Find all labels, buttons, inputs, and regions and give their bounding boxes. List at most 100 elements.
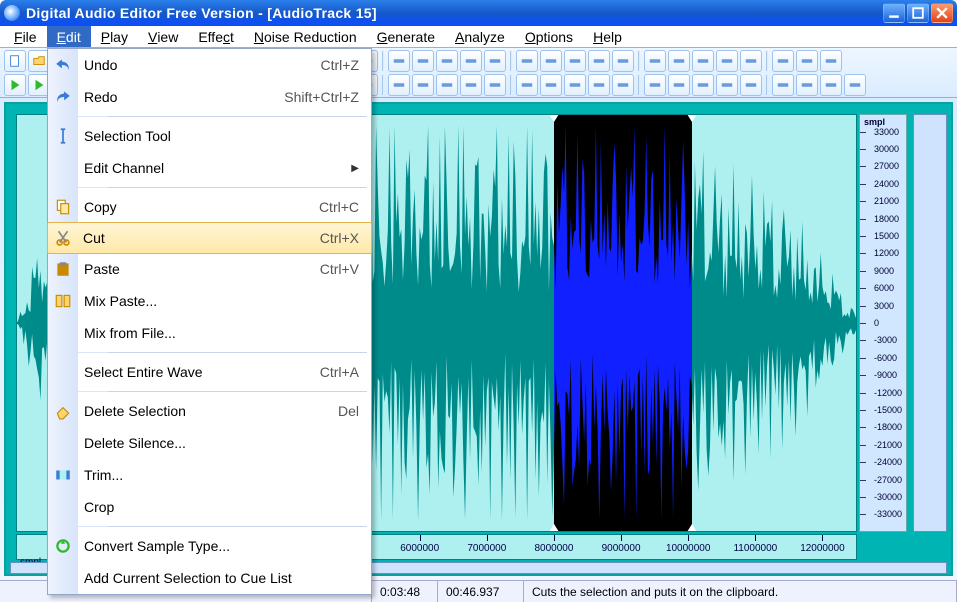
menu-item-cut[interactable]: CutCtrl+X: [47, 222, 372, 254]
menu-item-label: Convert Sample Type...: [84, 538, 359, 554]
status-time-1: 0:03:48: [372, 581, 438, 602]
amplitude-tick-label: -27000: [874, 475, 902, 485]
amplitude-ruler: smpl 33000300002700024000210001800015000…: [859, 114, 907, 532]
menu-item-label: Undo: [84, 57, 321, 73]
tool-r2-28[interactable]: [716, 74, 738, 96]
menu-item-label: Cut: [83, 230, 320, 246]
tool-r1-16[interactable]: [412, 50, 434, 72]
tool-r2-15[interactable]: [388, 74, 410, 96]
tool-r1-22[interactable]: [564, 50, 586, 72]
amplitude-tick-label: 33000: [874, 127, 899, 137]
tool-r2-31[interactable]: [796, 74, 818, 96]
selection-handle-right[interactable]: [687, 524, 697, 532]
tool-r2-21[interactable]: [540, 74, 562, 96]
menu-generate[interactable]: Generate: [367, 26, 445, 47]
tool-r2-17[interactable]: [436, 74, 458, 96]
selection-handle-left[interactable]: [549, 524, 559, 532]
menu-item-label: Mix Paste...: [84, 293, 359, 309]
tool-r1-21[interactable]: [540, 50, 562, 72]
amplitude-tick-label: -15000: [874, 405, 902, 415]
undo-icon: [54, 56, 72, 74]
amplitude-tick-label: 6000: [874, 283, 894, 293]
mix-icon: [54, 292, 72, 310]
tool-r1-23[interactable]: [588, 50, 610, 72]
paste-icon: [54, 260, 72, 278]
amplitude-tick-label: 21000: [874, 196, 899, 206]
tool-r2-27[interactable]: [692, 74, 714, 96]
tool-r1-25[interactable]: [644, 50, 666, 72]
tool-r2-20[interactable]: [516, 74, 538, 96]
maximize-button[interactable]: [907, 3, 929, 23]
tool-r2-32[interactable]: [820, 74, 842, 96]
tool-r1-0[interactable]: [4, 50, 26, 72]
menu-file[interactable]: File: [4, 26, 47, 47]
tool-r1-28[interactable]: [716, 50, 738, 72]
tool-r1-31[interactable]: [796, 50, 818, 72]
tool-r1-26[interactable]: [668, 50, 690, 72]
menu-item-crop[interactable]: Crop: [48, 491, 371, 523]
tool-r2-29[interactable]: [740, 74, 762, 96]
menu-item-mix-from-file[interactable]: Mix from File...: [48, 317, 371, 349]
time-tick-label: 9000000: [602, 543, 641, 554]
amplitude-tick-label: 24000: [874, 179, 899, 189]
menu-item-delete-silence[interactable]: Delete Silence...: [48, 427, 371, 459]
status-hint: Cuts the selection and puts it on the cl…: [524, 581, 957, 602]
menu-item-label: Paste: [84, 261, 320, 277]
tool-r2-26[interactable]: [668, 74, 690, 96]
tool-r1-18[interactable]: [460, 50, 482, 72]
amplitude-tick-label: 15000: [874, 231, 899, 241]
menu-item-label: Mix from File...: [84, 325, 359, 341]
tool-r1-32[interactable]: [820, 50, 842, 72]
menu-options[interactable]: Options: [515, 26, 583, 47]
tool-r1-20[interactable]: [516, 50, 538, 72]
menu-effect[interactable]: Effect: [188, 26, 244, 47]
tool-r2-22[interactable]: [564, 74, 586, 96]
menu-item-trim[interactable]: Trim...: [48, 459, 371, 491]
selection-handle-left-top[interactable]: [549, 114, 559, 122]
menu-help[interactable]: Help: [583, 26, 632, 47]
menu-edit[interactable]: Edit: [47, 26, 91, 47]
tool-r1-19[interactable]: [484, 50, 506, 72]
menu-item-selection-tool[interactable]: Selection Tool: [48, 120, 371, 152]
menu-item-undo[interactable]: UndoCtrl+Z: [48, 49, 371, 81]
vertical-scrollbar[interactable]: [913, 114, 947, 532]
tool-r1-29[interactable]: [740, 50, 762, 72]
amplitude-tick-label: 0: [874, 318, 879, 328]
amplitude-tick-label: -18000: [874, 422, 902, 432]
tool-r2-33[interactable]: [844, 74, 866, 96]
tool-r2-23[interactable]: [588, 74, 610, 96]
convert-icon: [54, 537, 72, 555]
tool-r2-24[interactable]: [612, 74, 634, 96]
menu-item-edit-channel[interactable]: Edit Channel▶: [48, 152, 371, 184]
menu-item-redo[interactable]: RedoShift+Ctrl+Z: [48, 81, 371, 113]
tool-r2-16[interactable]: [412, 74, 434, 96]
minimize-button[interactable]: [883, 3, 905, 23]
menu-item-copy[interactable]: CopyCtrl+C: [48, 191, 371, 223]
menu-noise-reduction[interactable]: Noise Reduction: [244, 26, 367, 47]
tool-r1-17[interactable]: [436, 50, 458, 72]
menu-item-add-current-selection-to-cue-list[interactable]: Add Current Selection to Cue List: [48, 562, 371, 594]
tool-r1-30[interactable]: [772, 50, 794, 72]
close-button[interactable]: [931, 3, 953, 23]
tool-r1-24[interactable]: [612, 50, 634, 72]
menu-item-select-entire-wave[interactable]: Select Entire WaveCtrl+A: [48, 356, 371, 388]
tool-r2-18[interactable]: [460, 74, 482, 96]
menu-play[interactable]: Play: [91, 26, 138, 47]
tool-r2-19[interactable]: [484, 74, 506, 96]
submenu-arrow-icon: ▶: [351, 163, 359, 174]
menu-item-mix-paste[interactable]: Mix Paste...: [48, 285, 371, 317]
menu-item-delete-selection[interactable]: Delete SelectionDel: [48, 395, 371, 427]
menu-analyze[interactable]: Analyze: [445, 26, 515, 47]
menu-view[interactable]: View: [138, 26, 188, 47]
amplitude-tick-label: -9000: [874, 370, 897, 380]
menu-item-paste[interactable]: PasteCtrl+V: [48, 253, 371, 285]
tool-r2-0[interactable]: [4, 74, 26, 96]
amplitude-tick-label: -6000: [874, 353, 897, 363]
tool-r1-27[interactable]: [692, 50, 714, 72]
tool-r2-25[interactable]: [644, 74, 666, 96]
selection-handle-right-top[interactable]: [687, 114, 697, 122]
menu-item-convert-sample-type[interactable]: Convert Sample Type...: [48, 530, 371, 562]
selection-region[interactable]: [554, 115, 692, 531]
tool-r1-15[interactable]: [388, 50, 410, 72]
tool-r2-30[interactable]: [772, 74, 794, 96]
